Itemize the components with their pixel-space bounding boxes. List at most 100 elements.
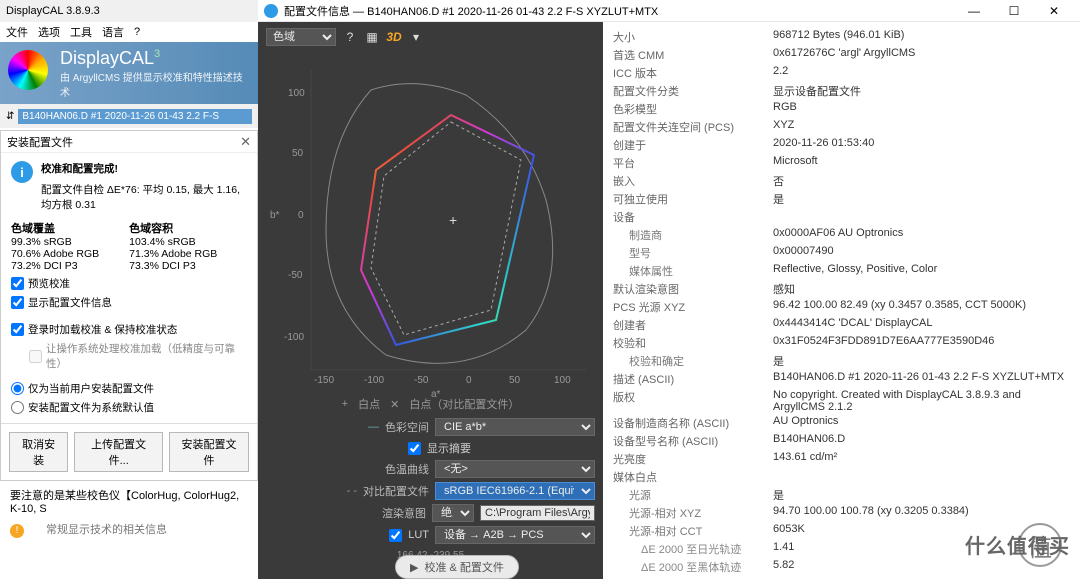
compare-profile-select[interactable]: sRGB IEC61966-2.1 (Equivalent to w — [435, 482, 595, 500]
note-sub: 常规显示技术的相关信息 — [46, 524, 167, 536]
info-key: 大小 — [613, 29, 773, 45]
info-key: 配置文件关连空间 (PCS) — [613, 119, 773, 135]
vol-row: 73.3% DCI P3 — [129, 260, 217, 272]
delta-e-stats: 配置文件自检 ΔE*76: 平均 0.15, 最大 1.16, 均方根 0.31 — [41, 182, 247, 212]
tonecurve-select[interactable]: <无> — [435, 460, 595, 478]
radio-curuser-label: 仅为当前用户安装配置文件 — [28, 381, 154, 396]
info-row: 首选 CMM0x6172676C 'argl' ArgyllCMS — [613, 46, 1070, 64]
tick: 100 — [554, 375, 571, 386]
info-row: 创建于2020-11-26 01:53:40 — [613, 136, 1070, 154]
menu-options[interactable]: 选项 — [38, 24, 60, 40]
help-icon[interactable]: ? — [342, 29, 358, 45]
picture-icon[interactable]: ▦ — [364, 29, 380, 45]
chk-login-load[interactable] — [11, 323, 24, 336]
info-key: ΔE 2000 至黑体轨迹 — [613, 559, 773, 575]
coverage-head: 色域覆盖 — [11, 223, 55, 235]
dash-icon: - - — [347, 485, 357, 497]
menu-tools[interactable]: 工具 — [70, 24, 92, 40]
chevron-down-icon[interactable]: ▾ — [408, 29, 424, 45]
tick: 100 — [288, 88, 305, 99]
tick: 0 — [298, 210, 304, 221]
info-row: 配置文件分类显示设备配置文件 — [613, 82, 1070, 100]
logo-icon — [8, 50, 48, 90]
info-key: 首选 CMM — [613, 47, 773, 63]
info-key: 平台 — [613, 155, 773, 171]
dialog-title: 安装配置文件 — [7, 134, 73, 150]
info-val: 143.61 cd/m² — [773, 451, 1070, 467]
tick: -150 — [314, 375, 334, 386]
info-row: 光亮度143.61 cd/m² — [613, 450, 1070, 468]
info-val: Microsoft — [773, 155, 1070, 171]
info-key: 校验和确定 — [613, 353, 773, 369]
info-val: 显示设备配置文件 — [773, 83, 1070, 99]
chk-showinfo[interactable] — [11, 296, 24, 309]
menu-lang[interactable]: 语言 — [102, 24, 124, 40]
link-icon[interactable]: ⇵ — [6, 111, 14, 122]
close-button[interactable]: ✕ — [1034, 0, 1074, 22]
info-row: 光源-相对 XYZ94.70 100.00 100.78 (xy 0.3205 … — [613, 504, 1070, 522]
info-row: 创建者0x4443414C 'DCAL' DisplayCAL — [613, 316, 1070, 334]
info-val: AU Optronics — [773, 415, 1070, 431]
lut-path-select[interactable]: 设备 → A2B → PCS — [435, 526, 595, 544]
calibrate-profile-button[interactable]: ▶ 校准 & 配置文件 — [395, 555, 519, 579]
info-val: 感知 — [773, 281, 1070, 297]
info-val: XYZ — [773, 119, 1070, 135]
colorspace-select[interactable]: CIE a*b* — [435, 418, 595, 436]
info-key: 光亮度 — [613, 451, 773, 467]
success-text: 校准和配置完成! — [41, 163, 118, 175]
dash-icon: — — [368, 421, 379, 433]
chk-preview[interactable] — [11, 277, 24, 290]
minimize-button[interactable]: ― — [954, 0, 994, 22]
tick: -50 — [288, 270, 302, 281]
chk-lut-label: LUT — [408, 529, 429, 541]
info-key: PCS 光源 XYZ — [613, 299, 773, 315]
info-val: 968712 Bytes (946.01 KiB) — [773, 29, 1070, 45]
radio-current-user[interactable] — [11, 382, 24, 395]
note-line: 要注意的是某些校色仪【ColorHug, ColorHug2, K-10, S — [10, 487, 248, 515]
chk-summary[interactable] — [408, 442, 421, 455]
info-key: 创建于 — [613, 137, 773, 153]
info-row: ΔE 2000 至黑体轨迹5.82 — [613, 558, 1070, 576]
cancel-install-button[interactable]: 取消安装 — [9, 432, 68, 472]
info-row: 色彩模型RGB — [613, 100, 1070, 118]
info-key: 校验和 — [613, 335, 773, 351]
menu-help[interactable]: ? — [134, 26, 140, 38]
info-row: 版权No copyright. Created with DisplayCAL … — [613, 388, 1070, 414]
info-val: 96.42 100.00 82.49 (xy 0.3457 0.3585, CC… — [773, 299, 1070, 315]
info-key: 描述 (ASCII) — [613, 371, 773, 387]
render-path-input[interactable] — [480, 505, 595, 521]
info-key: 嵌入 — [613, 173, 773, 189]
threeD-icon[interactable]: 3D — [386, 29, 402, 45]
info-key: 设备制造商名称 (ASCII) — [613, 415, 773, 431]
chk-lut[interactable] — [389, 529, 402, 542]
wp-compare-label: 白点（对比配置文件） — [409, 396, 519, 412]
gamut-plot[interactable]: + -150 -100 -50 0 50 100 100 — [266, 50, 596, 390]
window-icon — [264, 4, 278, 18]
info-key: 型号 — [613, 245, 773, 261]
upload-profile-button[interactable]: 上传配置文件... — [74, 432, 163, 472]
close-icon[interactable]: ✕ — [240, 134, 251, 150]
info-val: No copyright. Created with DisplayCAL 3.… — [773, 389, 1070, 413]
plot-type-select[interactable]: 色域 — [266, 28, 336, 46]
vol-row: 103.4% sRGB — [129, 236, 217, 248]
wp-label: 白点 — [358, 396, 380, 412]
maximize-button[interactable]: ☐ — [994, 0, 1034, 22]
render-intent-select[interactable]: 绝对 — [432, 504, 474, 522]
chk-os-handle — [29, 350, 42, 363]
gamut-plot-panel: 色域 ? ▦ 3D ▾ + — [258, 22, 603, 579]
info-val: B140HAN06.D #1 2020-11-26 01-43 2.2 F-S … — [773, 371, 1070, 387]
radio-system-default[interactable] — [11, 401, 24, 414]
info-key: 可独立使用 — [613, 191, 773, 207]
info-key: 配置文件分类 — [613, 83, 773, 99]
info-row: 可独立使用是 — [613, 190, 1070, 208]
install-dialog: 安装配置文件 ✕ i 校准和配置完成! 配置文件自检 ΔE*76: 平均 0.1… — [0, 130, 258, 481]
install-profile-button[interactable]: 安装配置文件 — [169, 432, 249, 472]
menu-bar: 文件 选项 工具 语言 ? — [0, 22, 258, 42]
profile-name-input[interactable] — [18, 109, 252, 124]
info-row: 描述 (ASCII)B140HAN06.D #1 2020-11-26 01-4… — [613, 370, 1070, 388]
info-val: 0x0000AF06 AU Optronics — [773, 227, 1070, 243]
info-row: 嵌入否 — [613, 172, 1070, 190]
compare-label: 对比配置文件 — [363, 483, 429, 499]
tick: -50 — [414, 375, 428, 386]
menu-file[interactable]: 文件 — [6, 24, 28, 40]
